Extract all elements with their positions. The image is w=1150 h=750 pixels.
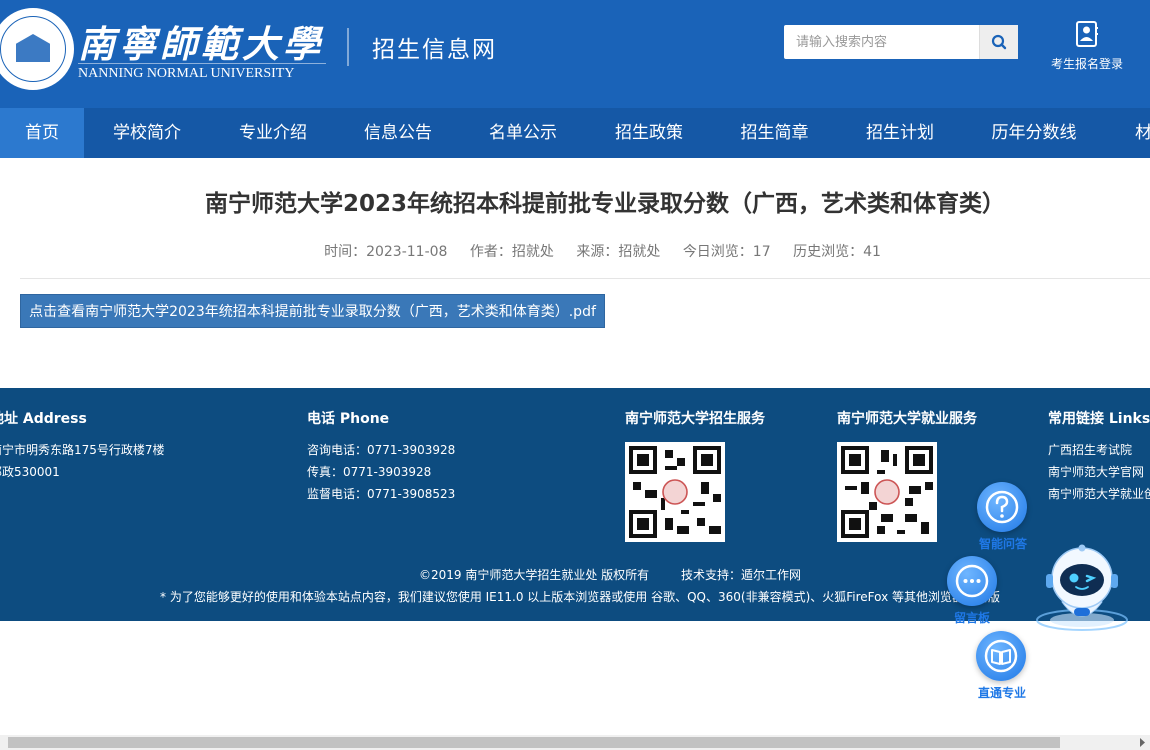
- book-icon: [984, 639, 1018, 673]
- pdf-link-button[interactable]: 点击查看南宁师范大学2023年统招本科提前批专业录取分数（广西，艺术类和体育类）…: [20, 294, 605, 328]
- search-box: [784, 25, 1018, 59]
- meta-today-views: 今日浏览：17: [682, 244, 771, 260]
- nav-item-announcements[interactable]: 信息公告: [336, 108, 460, 158]
- article-title: 南宁师范大学2023年统招本科提前批专业录取分数（广西，艺术类和体育类）: [204, 191, 1005, 217]
- ai-qa-label[interactable]: 智能问答: [979, 535, 1027, 552]
- question-icon: [985, 490, 1019, 524]
- main-nav: 首页 学校简介 专业介绍 信息公告 名单公示 招生政策 招生简章 招生计划 历年…: [0, 108, 1150, 158]
- qr-code-icon: [837, 442, 937, 542]
- footer-address-line: 邮政530001: [0, 465, 60, 479]
- chat-bubble-icon: [955, 564, 989, 598]
- message-board-label[interactable]: 留言板: [954, 609, 990, 626]
- nav-item-policy[interactable]: 招生政策: [586, 108, 712, 158]
- content-divider: [20, 278, 1150, 279]
- nav-item-materials[interactable]: 材: [1105, 108, 1150, 158]
- nav-item-plan[interactable]: 招生计划: [837, 108, 963, 158]
- site-header: 南寧師範大學 NANNING NORMAL UNIVERSITY 招生信息网 考…: [0, 0, 1150, 108]
- admission-qr-code: [625, 442, 725, 542]
- tech-support-text: 技术支持：遁尔工作网: [680, 568, 801, 582]
- employment-qr-code: [837, 442, 937, 542]
- search-button[interactable]: [979, 25, 1018, 59]
- header-divider: [347, 28, 349, 66]
- robot-assistant-icon[interactable]: [1032, 540, 1132, 640]
- nav-item-lists[interactable]: 名单公示: [460, 108, 586, 158]
- scroll-right-arrow-icon[interactable]: [1135, 735, 1150, 750]
- meta-time: 时间：2023-11-08: [324, 244, 448, 260]
- meta-author: 作者：招就处: [469, 244, 554, 260]
- nav-item-brochure[interactable]: 招生简章: [712, 108, 837, 158]
- footer-link[interactable]: 南宁师范大学官网: [1048, 463, 1144, 480]
- article-meta: 时间：2023-11-08 作者：招就处 来源：招就处 今日浏览：17 历史浏览…: [0, 241, 1150, 261]
- footer-employment-service-title: 南宁师范大学就业服务: [837, 411, 977, 427]
- logo-chinese-name[interactable]: 南寧師範大學: [78, 14, 324, 68]
- footer-links-title: 常用链接 Links: [1048, 411, 1150, 427]
- scrollbar-thumb[interactable]: [8, 737, 1060, 748]
- footer-address-line: 南宁市明秀东路175号行政楼7楼: [0, 443, 165, 457]
- horizontal-scrollbar[interactable]: [0, 735, 1150, 750]
- footer-address-title: 地址 Address: [0, 411, 87, 427]
- nav-item-scores[interactable]: 历年分数线: [963, 108, 1105, 158]
- message-board-button[interactable]: [947, 556, 997, 606]
- footer-admission-service-title: 南宁师范大学招生服务: [625, 411, 765, 427]
- copyright-text: ©2019 南宁师范大学招生就业处 版权所有: [418, 568, 650, 582]
- nav-item-home[interactable]: 首页: [0, 108, 84, 158]
- logo-divider-line: [78, 63, 326, 64]
- search-icon: [991, 34, 1007, 50]
- nav-item-majors[interactable]: 专业介绍: [210, 108, 336, 158]
- meta-total-views: 历史浏览：41: [793, 244, 881, 260]
- major-direct-label[interactable]: 直通专业: [978, 684, 1026, 701]
- browser-recommendation-note: * 为了您能够更好的使用和体验本站点内容，我们建议您使用 IE11.0 以上版本…: [160, 590, 1001, 604]
- ai-qa-button[interactable]: [977, 482, 1027, 532]
- footer-link[interactable]: 南宁师范大学就业创: [1048, 485, 1150, 502]
- candidate-login-link[interactable]: 考生报名登录: [1045, 20, 1129, 72]
- university-seal-logo[interactable]: [0, 8, 74, 90]
- search-input[interactable]: [784, 25, 978, 59]
- site-name: 招生信息网: [372, 37, 497, 63]
- login-label: 考生报名登录: [1050, 57, 1123, 71]
- footer-phone-title: 电话 Phone: [307, 411, 390, 427]
- major-direct-button[interactable]: [976, 631, 1026, 681]
- qr-code-icon: [625, 442, 725, 542]
- footer-phone-line: 监督电话：0771-3908523: [307, 487, 456, 501]
- nav-item-about[interactable]: 学校简介: [84, 108, 210, 158]
- footer-phone-line: 咨询电话：0771-3903928: [307, 443, 456, 457]
- footer-link[interactable]: 广西招生考试院: [1048, 441, 1132, 458]
- meta-source: 来源：招就处: [576, 244, 661, 260]
- user-card-icon: [1076, 21, 1098, 47]
- footer-phone-line: 传真：0771-3903928: [307, 465, 432, 479]
- logo-english-name[interactable]: NANNING NORMAL UNIVERSITY: [78, 66, 294, 82]
